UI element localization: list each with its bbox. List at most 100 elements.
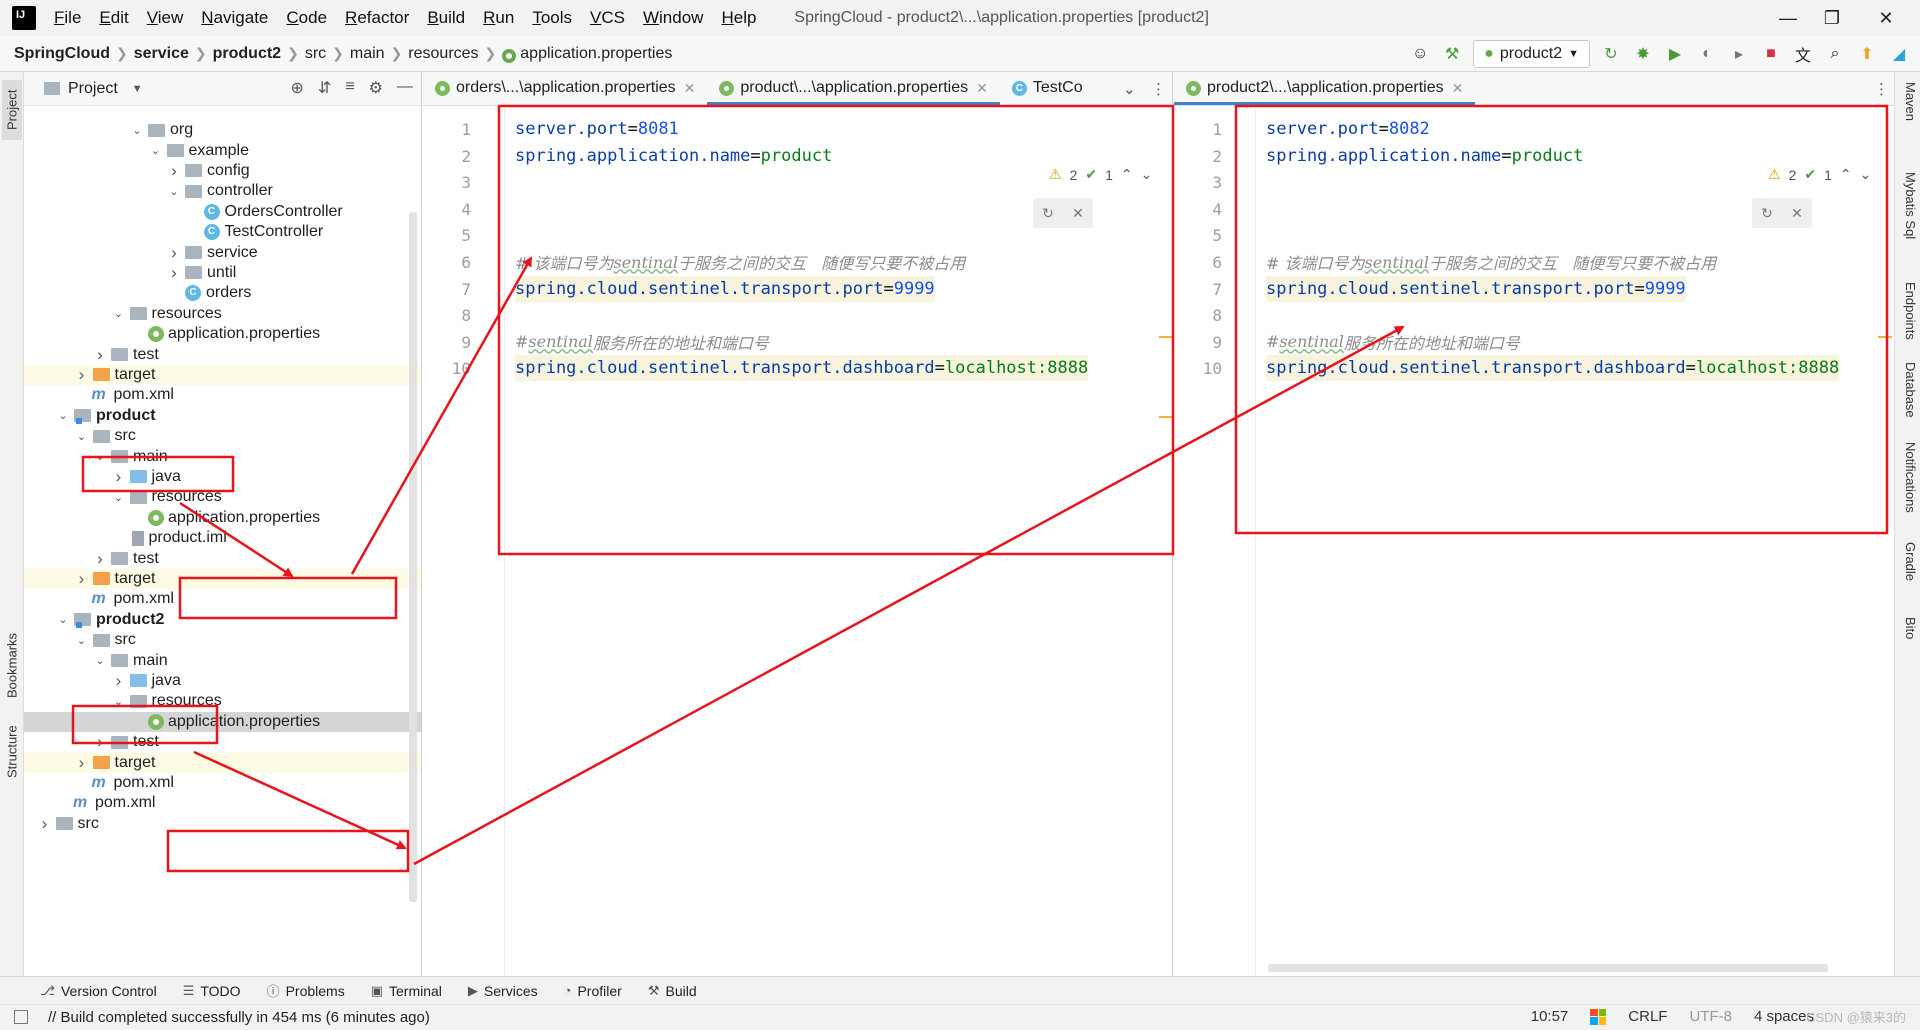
translate-icon[interactable]: 文 [1792, 43, 1814, 65]
close-window-icon[interactable]: ✕ [1866, 4, 1906, 32]
tree-module-row[interactable]: ⌄ product [24, 406, 421, 426]
code-line[interactable]: spring.cloud.sentinel.transport.dashboar… [515, 355, 1089, 382]
tree-row[interactable]: ⌄ src [24, 426, 421, 446]
plugin-logo-icon[interactable]: ◢ [1888, 43, 1910, 65]
bottom-tool-2[interactable]: ⓘ Problems [267, 981, 345, 1000]
editor-tab[interactable]: product2\...\application.properties ✕ [1174, 72, 1476, 105]
chevron-down-icon[interactable]: ▼ [132, 83, 143, 95]
tool-tab-database[interactable]: Database [1898, 362, 1918, 418]
close-icon[interactable]: ✕ [1072, 205, 1084, 222]
account-icon[interactable]: ☺ [1409, 43, 1431, 65]
collapsed-arrow-icon[interactable]: › [37, 814, 53, 834]
collapsed-arrow-icon[interactable]: › [166, 161, 182, 181]
editor-tab[interactable]: orders\...\application.properties ✕ [423, 72, 707, 105]
left-inspection-widget[interactable]: ⚠ 2 ✔ 1 ⌃ ⌄ [1049, 166, 1152, 183]
tree-row[interactable]: m pom.xml [24, 385, 421, 405]
tree-row[interactable]: application.properties [24, 711, 421, 732]
right-reload-popup[interactable]: ↻ ✕ [1752, 198, 1812, 228]
menu-item[interactable]: Build [427, 8, 465, 28]
editor-tab[interactable]: product\...\application.properties ✕ [707, 72, 1001, 105]
restore-icon[interactable]: ❐ [1812, 4, 1852, 32]
bottom-tool-1[interactable]: ☰ TODO [183, 983, 241, 999]
menu-item[interactable]: Tools [532, 8, 572, 28]
menu-item[interactable]: Navigate [201, 8, 268, 28]
tree-row[interactable]: › java [24, 671, 421, 691]
tree-row[interactable]: › until [24, 263, 421, 283]
build-hammer-icon[interactable]: ⚒ [1441, 43, 1463, 65]
tree-row[interactable]: C TestController [24, 222, 421, 242]
tree-row[interactable]: m pom.xml [24, 773, 421, 793]
tool-tab-bell[interactable]: Notifications [1898, 442, 1918, 513]
code-line[interactable]: spring.cloud.sentinel.transport.dashboar… [1266, 355, 1840, 382]
tree-row[interactable]: ⌄ controller [24, 181, 421, 201]
maven-reload-icon[interactable]: ↻ [1042, 205, 1054, 222]
search-icon[interactable]: ⌕ [1824, 43, 1846, 65]
bottom-tool-0[interactable]: ⎇ Version Control [40, 983, 157, 999]
close-icon[interactable]: ✕ [1791, 205, 1803, 222]
menu-item[interactable]: VCS [590, 8, 625, 28]
breadcrumb-item[interactable]: SpringCloud [14, 45, 110, 63]
code-line[interactable]: server.port = 8082 [1266, 116, 1430, 142]
code-line[interactable]: server.port = 8081 [515, 116, 679, 142]
close-icon[interactable]: ✕ [684, 80, 696, 97]
expanded-arrow-icon[interactable]: ⌄ [111, 491, 127, 504]
expanded-arrow-icon[interactable]: ⌄ [111, 695, 127, 708]
tree-row[interactable]: › config [24, 161, 421, 181]
collapsed-arrow-icon[interactable]: › [111, 467, 127, 487]
right-inspection-widget[interactable]: ⚠ 2 ✔ 1 ⌃ ⌄ [1768, 166, 1871, 183]
tree-row[interactable]: Corders [24, 283, 421, 303]
editor-tab[interactable]: C TestCo [1000, 72, 1095, 105]
gear-icon[interactable]: ⚙ [369, 78, 383, 98]
toggle-tool-windows-icon[interactable] [14, 1010, 28, 1024]
bottom-tool-5[interactable]: ◔ Profiler [564, 983, 622, 999]
update-icon[interactable]: ⬆ [1856, 43, 1878, 65]
rerun-icon[interactable]: ↻ [1600, 43, 1622, 65]
tree-row[interactable]: › target [24, 752, 421, 773]
tree-row[interactable]: › test [24, 732, 421, 752]
expanded-arrow-icon[interactable]: ⌄ [166, 185, 182, 198]
line-separator[interactable]: CRLF [1628, 1008, 1667, 1025]
collapsed-arrow-icon[interactable]: › [166, 263, 182, 283]
prev-highlight-icon[interactable]: ⌃ [1840, 166, 1852, 183]
bottom-tool-6[interactable]: ⚒ Build [648, 983, 697, 999]
file-encoding[interactable]: UTF-8 [1689, 1008, 1732, 1025]
stop-icon[interactable]: ■ [1760, 43, 1782, 65]
tool-tab-mybatis[interactable]: Mybatis Sql [1898, 172, 1918, 239]
tree-row[interactable]: ⌄ src [24, 630, 421, 650]
indent-setting[interactable]: 4 spaces [1754, 1008, 1814, 1025]
menu-item[interactable]: File [54, 8, 81, 28]
tree-row[interactable]: product.iml [24, 528, 421, 548]
tree-module-row[interactable]: ⌄ product2 [24, 610, 421, 630]
tool-tab-gradle[interactable]: Gradle [1898, 542, 1918, 581]
tree-row[interactable]: application.properties [24, 324, 421, 344]
collapse-all-icon[interactable]: ≡ [345, 78, 354, 98]
collapsed-arrow-icon[interactable]: › [111, 671, 127, 691]
expanded-arrow-icon[interactable]: ⌄ [55, 409, 71, 422]
tree-row[interactable]: ⌄ resources [24, 487, 421, 507]
tree-row[interactable]: m pom.xml [24, 793, 421, 813]
menu-item[interactable]: Run [483, 8, 514, 28]
collapsed-arrow-icon[interactable]: › [166, 243, 182, 263]
code-line[interactable]: # sentinal 服务所在的地址和端口号 [515, 329, 769, 355]
breadcrumb-item[interactable]: src [305, 45, 326, 63]
prev-highlight-icon[interactable]: ⌃ [1121, 166, 1133, 183]
breadcrumb-item[interactable]: product2 [213, 45, 281, 63]
caret-position[interactable]: 10:57 [1531, 1008, 1569, 1025]
locate-icon[interactable]: ⊕ [291, 78, 304, 98]
breadcrumb-item[interactable]: main [350, 45, 385, 63]
menu-item[interactable]: Window [643, 8, 703, 28]
tree-row[interactable]: m pom.xml [24, 589, 421, 609]
minimize-icon[interactable]: — [1768, 4, 1808, 32]
expanded-arrow-icon[interactable]: ⌄ [111, 307, 127, 320]
tool-tab-bito[interactable]: Bito [1898, 617, 1918, 639]
next-highlight-icon[interactable]: ⌄ [1141, 166, 1153, 183]
tree-row[interactable]: › test [24, 344, 421, 364]
tree-row[interactable]: ⌄ main [24, 446, 421, 466]
tree-row[interactable]: ⌄ resources [24, 304, 421, 324]
tree-row[interactable]: › service [24, 242, 421, 263]
collapsed-arrow-icon[interactable]: › [74, 569, 90, 589]
menu-item[interactable]: Refactor [345, 8, 409, 28]
tree-row[interactable]: ⌄ example [24, 140, 421, 160]
tree-row[interactable]: › target [24, 364, 421, 386]
run-config-select[interactable]: ● product2 ▼ [1473, 40, 1590, 68]
